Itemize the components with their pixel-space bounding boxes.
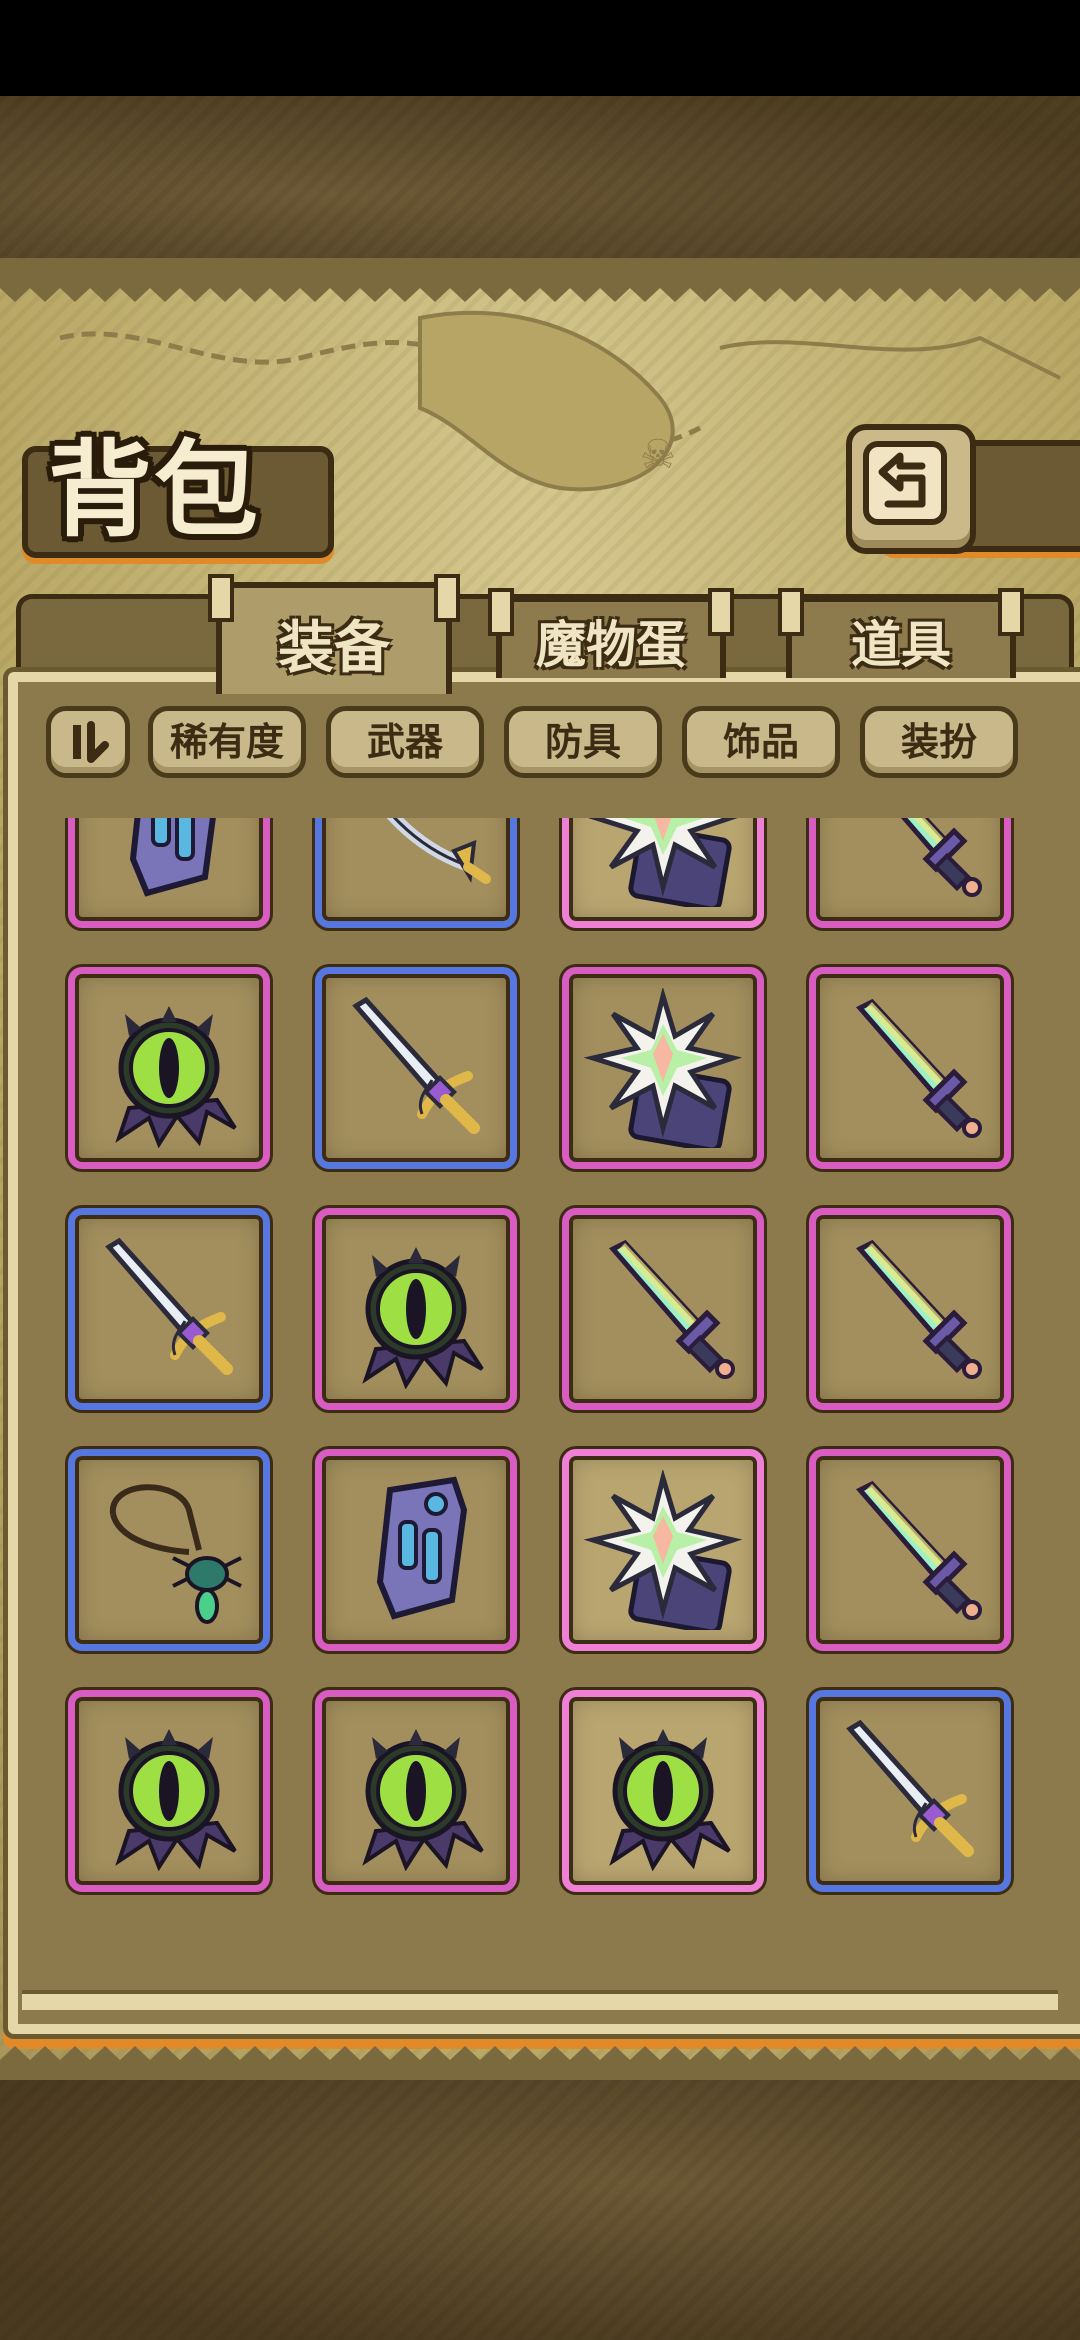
crystal-sword-icon [856,998,982,1138]
crystal-sword-icon [900,818,982,897]
inventory-slot[interactable] [68,1208,270,1410]
inventory-slot[interactable] [809,967,1011,1169]
eye-amulet-icon [115,1729,237,1871]
inventory-slot[interactable] [315,1449,517,1651]
silver-sword-icon [105,1237,233,1375]
inventory-grid[interactable] [60,818,1020,1990]
silver-sword-icon [352,996,480,1134]
eye-amulet-icon [362,1247,484,1389]
tab-post [208,574,234,622]
curved-sabre-icon [386,818,491,884]
violet-bracer-icon [376,1476,468,1620]
inventory-slot[interactable] [562,1690,764,1892]
tab-monster-eggs[interactable]: 魔物蛋 [488,588,734,678]
tab-equipment[interactable]: 装备 [208,574,460,694]
inventory-slot[interactable] [562,967,764,1169]
crystal-sword-icon [609,1239,735,1379]
inventory-slot[interactable] [315,967,517,1169]
inventory-slot[interactable] [68,1449,270,1651]
filter-accessory[interactable]: 饰品 [682,706,840,778]
inventory-slot[interactable] [68,967,270,1169]
tab-post [434,574,460,622]
crystal-sword-icon [856,1239,982,1379]
crystal-sword-icon [856,1480,982,1620]
panel-bottom-rail [22,1990,1058,2010]
inventory-slot[interactable] [68,1690,270,1892]
eye-amulet-icon [362,1729,484,1871]
sort-toggle-icon [73,721,109,763]
top-map-band [0,96,1080,267]
violet-bracer-icon [129,818,216,897]
inventory-slot[interactable] [562,818,764,928]
svg-text:☠: ☠ [640,432,676,478]
filter-rarity[interactable]: 稀有度 [148,706,306,778]
filter-row: 稀有度 武器 防具 饰品 装扮 [36,702,1036,788]
back-button[interactable] [846,424,976,554]
inventory-slot[interactable] [809,818,1011,928]
inventory-slot[interactable] [809,1690,1011,1892]
tab-post [488,588,514,636]
prism-star-shield-icon [583,1470,743,1630]
prism-star-shield-icon [587,818,738,907]
filter-costume[interactable]: 装扮 [860,706,1018,778]
sort-toggle-button[interactable] [46,706,130,778]
eye-amulet-icon [115,1006,237,1148]
inventory-slot[interactable] [315,818,517,928]
silver-sword-icon [846,1719,974,1857]
tab-items[interactable]: 道具 [778,588,1024,678]
status-bar [0,0,1080,96]
filter-weapon[interactable]: 武器 [326,706,484,778]
return-arrow-icon [863,441,947,525]
spider-necklace-icon [109,1484,242,1624]
bottom-map-band [0,2080,1080,2340]
tab-label: 道具 [851,615,951,674]
tab-post [708,588,734,636]
inventory-slot[interactable] [809,1449,1011,1651]
tab-label: 装备 [278,615,390,681]
page-title: 背包 [48,428,261,551]
inventory-slot[interactable] [68,818,270,928]
filter-armor[interactable]: 防具 [504,706,662,778]
eye-amulet-icon [609,1729,731,1871]
tab-label: 魔物蛋 [536,615,686,674]
inventory-slot[interactable] [562,1208,764,1410]
tab-post [778,588,804,636]
inventory-slot[interactable] [809,1208,1011,1410]
inventory-slot[interactable] [315,1690,517,1892]
inventory-slot[interactable] [562,1449,764,1651]
tab-post [998,588,1024,636]
prism-star-shield-icon [583,988,743,1148]
inventory-slot[interactable] [315,1208,517,1410]
